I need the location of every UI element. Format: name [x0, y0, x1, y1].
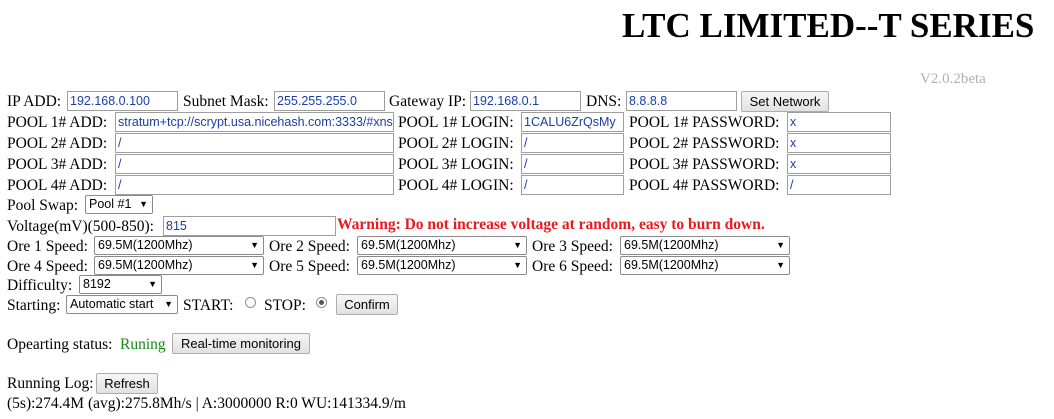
pool1-login-label: POOL 1# LOGIN: — [398, 114, 514, 131]
pool-swap-value: Pool #1 — [89, 197, 132, 211]
pool2-login-label: POOL 2# LOGIN: — [398, 135, 514, 152]
pool3-login-label: POOL 3# LOGIN: — [398, 156, 514, 173]
difficulty-label: Difficulty: — [7, 277, 73, 294]
pool4-login-label: POOL 4# LOGIN: — [398, 177, 514, 194]
starting-select[interactable]: Automatic start ▼ — [66, 295, 178, 314]
voltage-input[interactable]: 815 — [163, 216, 336, 236]
ip-input[interactable]: 192.168.0.100 — [67, 91, 178, 111]
pool-swap-select[interactable]: Pool #1 ▼ — [85, 195, 153, 214]
pool2-add-input[interactable]: / — [115, 133, 394, 153]
pool1-add-label: POOL 1# ADD: — [7, 114, 108, 131]
pool1-password-label: POOL 1# PASSWORD: — [629, 114, 780, 131]
ore5-speed-value: 69.5M(1200Mhz) — [361, 258, 456, 272]
chevron-down-icon: ▼ — [513, 240, 522, 250]
chevron-down-icon: ▼ — [776, 260, 785, 270]
chevron-down-icon: ▼ — [250, 240, 259, 250]
ip-label: IP ADD: — [7, 93, 62, 110]
start-label: START: — [183, 297, 234, 314]
pool4-login-input[interactable]: / — [521, 175, 624, 195]
pool4-add-input[interactable]: / — [115, 175, 394, 195]
ore2-speed-select[interactable]: 69.5M(1200Mhz) ▼ — [357, 236, 527, 255]
pool3-add-input[interactable]: / — [115, 154, 394, 174]
ore2-speed-label: Ore 2 Speed: — [269, 238, 350, 255]
pool3-password-label: POOL 3# PASSWORD: — [629, 156, 780, 173]
page-title: LTC LIMITED--T SERIES — [622, 6, 1035, 45]
pool2-add-label: POOL 2# ADD: — [7, 135, 108, 152]
ore4-speed-label: Ore 4 Speed: — [7, 258, 88, 275]
pool4-password-input[interactable]: / — [787, 175, 891, 195]
running-log-label: Running Log: — [7, 375, 94, 392]
ore4-speed-value: 69.5M(1200Mhz) — [98, 258, 193, 272]
ore5-speed-select[interactable]: 69.5M(1200Mhz) ▼ — [357, 256, 527, 275]
chevron-down-icon: ▼ — [148, 279, 157, 289]
ore1-speed-value: 69.5M(1200Mhz) — [98, 238, 193, 252]
realtime-monitoring-button[interactable]: Real-time monitoring — [172, 333, 310, 354]
subnet-mask-input[interactable]: 255.255.255.0 — [274, 91, 385, 111]
pool3-add-label: POOL 3# ADD: — [7, 156, 108, 173]
ore1-speed-label: Ore 1 Speed: — [7, 238, 88, 255]
ore5-speed-label: Ore 5 Speed: — [269, 258, 350, 275]
ore3-speed-select[interactable]: 69.5M(1200Mhz) ▼ — [620, 236, 790, 255]
operating-status-value: Runing — [120, 336, 166, 353]
pool1-add-input[interactable]: stratum+tcp://scrypt.usa.nicehash.com:33… — [115, 112, 394, 132]
pool-swap-label: Pool Swap: — [7, 197, 79, 214]
running-log-line: (5s):274.4M (avg):275.8Mh/s | A:3000000 … — [7, 395, 406, 412]
ore1-speed-select[interactable]: 69.5M(1200Mhz) ▼ — [94, 236, 264, 255]
pool2-password-label: POOL 2# PASSWORD: — [629, 135, 780, 152]
ore3-speed-label: Ore 3 Speed: — [532, 238, 613, 255]
subnet-mask-label: Subnet Mask: — [183, 93, 269, 110]
chevron-down-icon: ▼ — [139, 199, 148, 209]
pool3-password-input[interactable]: x — [787, 154, 891, 174]
pool1-password-input[interactable]: x — [787, 112, 891, 132]
ore3-speed-value: 69.5M(1200Mhz) — [624, 238, 719, 252]
pool3-login-input[interactable]: / — [521, 154, 624, 174]
ore6-speed-label: Ore 6 Speed: — [532, 258, 613, 275]
refresh-button[interactable]: Refresh — [96, 373, 158, 394]
dns-input[interactable]: 8.8.8.8 — [626, 91, 737, 111]
chevron-down-icon: ▼ — [164, 299, 173, 309]
confirm-button[interactable]: Confirm — [336, 294, 398, 315]
ore4-speed-select[interactable]: 69.5M(1200Mhz) ▼ — [94, 256, 264, 275]
voltage-label: Voltage(mV)(500-850): — [7, 218, 154, 235]
dns-label: DNS: — [586, 93, 622, 110]
ore6-speed-select[interactable]: 69.5M(1200Mhz) ▼ — [620, 256, 790, 275]
chevron-down-icon: ▼ — [513, 260, 522, 270]
stop-label: STOP: — [264, 297, 306, 314]
difficulty-value: 8192 — [83, 277, 111, 291]
chevron-down-icon: ▼ — [250, 260, 259, 270]
version-label: V2.0.2beta — [920, 71, 986, 87]
pool1-login-input[interactable]: 1CALU6ZrQsMy — [521, 112, 624, 132]
voltage-warning: Warning: Do not increase voltage at rand… — [337, 216, 765, 233]
gateway-label: Gateway IP: — [389, 93, 467, 110]
starting-value: Automatic start — [70, 297, 154, 311]
set-network-button[interactable]: Set Network — [741, 91, 829, 112]
radio-selected-dot — [319, 300, 324, 305]
chevron-down-icon: ▼ — [776, 240, 785, 250]
pool4-add-label: POOL 4# ADD: — [7, 177, 108, 194]
starting-label: Starting: — [7, 297, 61, 314]
pool4-password-label: POOL 4# PASSWORD: — [629, 177, 780, 194]
difficulty-select[interactable]: 8192 ▼ — [79, 275, 162, 294]
stop-radio[interactable] — [316, 297, 327, 308]
gateway-input[interactable]: 192.168.0.1 — [470, 91, 581, 111]
start-radio[interactable] — [245, 297, 256, 308]
operating-status-label: Opearting status: — [7, 336, 113, 353]
pool2-login-input[interactable]: / — [521, 133, 624, 153]
ore2-speed-value: 69.5M(1200Mhz) — [361, 238, 456, 252]
pool2-password-input[interactable]: x — [787, 133, 891, 153]
ore6-speed-value: 69.5M(1200Mhz) — [624, 258, 719, 272]
